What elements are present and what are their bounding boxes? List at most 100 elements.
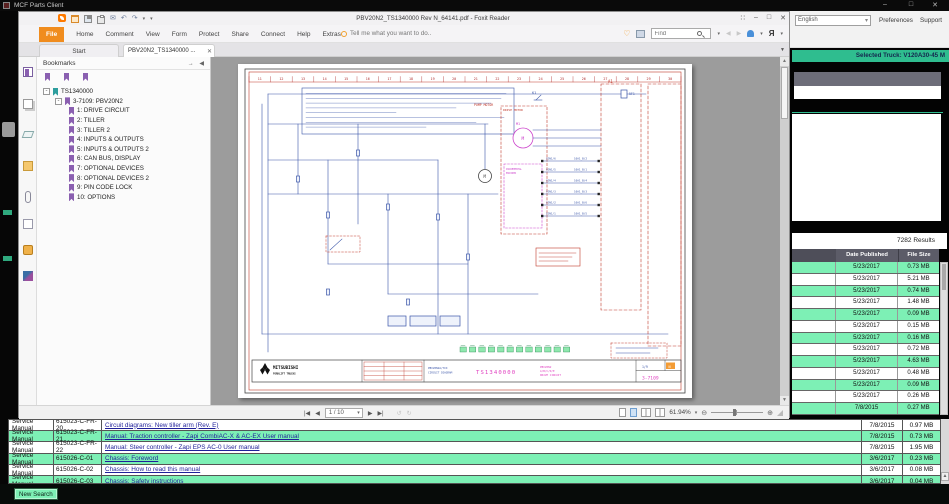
search-icon[interactable]	[697, 31, 702, 36]
ribbon-tab-file[interactable]: File	[39, 27, 64, 42]
account-dropdown-icon[interactable]: ▾	[780, 31, 783, 37]
bookmark-item[interactable]: 7: OPTIONAL DEVICES	[37, 164, 210, 174]
manual-row[interactable]: Service Manual615026-C-02Chassis: How to…	[9, 465, 940, 476]
zoom-dropdown-icon[interactable]: ▾	[695, 410, 698, 416]
mcf-maximize-button[interactable]: □	[905, 1, 917, 8]
tell-me-box[interactable]: Tell me what you want to do..	[341, 30, 431, 37]
scroll-up-icon[interactable]: ▲	[780, 57, 789, 66]
manual-title-link[interactable]: Manual: Traction controller - Zapi Combi…	[102, 431, 862, 441]
zoom-slider-thumb[interactable]	[733, 409, 736, 416]
signature-panel-icon[interactable]	[23, 271, 33, 281]
print-icon[interactable]	[97, 16, 105, 24]
fields-panel-icon[interactable]	[23, 219, 33, 229]
preferences-link[interactable]: Preferences	[879, 17, 913, 24]
pdf-page[interactable]: 1112131415161718192021222324252627282930	[238, 64, 692, 398]
result-row[interactable]: 5/23/20170.72 MB	[792, 344, 939, 356]
first-page-icon[interactable]: |◀	[304, 410, 310, 417]
find-options-icon[interactable]: ▾	[717, 31, 720, 37]
find-input[interactable]	[652, 31, 696, 37]
manual-row[interactable]: Service Manual615026-C-03Chassis: Safety…	[9, 476, 940, 484]
manual-title-link[interactable]: Manual: Steer controller - Zapi EPS AC-0…	[102, 442, 862, 452]
manual-title-link[interactable]: Chassis: Foreword	[102, 454, 862, 464]
panel-pin-icon[interactable]: ◀	[199, 61, 206, 67]
foxit-logo-icon[interactable]	[58, 14, 66, 22]
bookmark-group[interactable]: - 3-7109: PBV20N2	[37, 97, 210, 107]
page-number-field[interactable]: 1 / 10 ▾	[325, 408, 363, 418]
bookmark-item[interactable]: 10: OPTIONS	[37, 193, 210, 203]
zoom-out-icon[interactable]: ⊖	[701, 409, 707, 417]
open-file-icon[interactable]	[71, 15, 79, 23]
facing-view-icon[interactable]	[641, 408, 651, 417]
collapse-bookmarks-icon[interactable]	[64, 73, 69, 81]
scroll-down-icon[interactable]: ▼	[780, 396, 789, 405]
tab-start[interactable]: Start	[39, 44, 119, 57]
manual-title-link[interactable]: Circuit diagrams: New tiller arm (Rev. E…	[102, 420, 862, 430]
comments-panel-icon[interactable]	[23, 161, 33, 171]
tab-document[interactable]: PBV20N2_TS1340000 ... ✕	[123, 44, 215, 57]
results-scrollbar-thumb[interactable]	[942, 264, 946, 290]
document-scrollbar[interactable]: ▲ ▼	[780, 57, 789, 405]
ribbon-tab-form[interactable]: Form	[172, 31, 187, 38]
foxit-restore-button[interactable]: □	[767, 14, 771, 22]
attachments-panel-icon[interactable]	[25, 191, 31, 203]
result-row[interactable]: 5/23/20170.26 MB	[792, 391, 939, 403]
support-link[interactable]: Support	[920, 17, 942, 24]
manual-row[interactable]: Service Manual615023-C-FR-22Manual: Stee…	[9, 442, 940, 453]
single-page-view-icon[interactable]	[619, 408, 626, 417]
manual-row[interactable]: Service Manual615023-C-FR-21Manual: Trac…	[9, 431, 940, 442]
rotate-cw-icon[interactable]: ↻	[407, 410, 412, 417]
continuous-view-icon[interactable]	[630, 408, 637, 417]
notification-bell-icon[interactable]	[747, 30, 754, 37]
ribbon-tab-help[interactable]: Help	[297, 31, 310, 38]
save-icon[interactable]	[84, 15, 92, 23]
panel-arrow-icon[interactable]: →	[188, 61, 196, 67]
result-row[interactable]: 5/23/20171.48 MB	[792, 297, 939, 309]
prev-page-icon[interactable]: ◀	[315, 410, 320, 417]
undo-icon[interactable]: ↶	[121, 15, 127, 23]
redo-icon[interactable]: ↷	[132, 15, 138, 23]
foxit-minimize-button[interactable]: –	[754, 14, 758, 22]
last-page-icon[interactable]: ▶|	[377, 410, 383, 417]
result-row[interactable]: 5/23/20170.73 MB	[792, 262, 939, 274]
results-header-size[interactable]: File Size	[898, 249, 939, 262]
ribbon-tab-view[interactable]: View	[146, 31, 160, 38]
ribbon-tab-connect[interactable]: Connect	[261, 31, 285, 38]
bookmark-item[interactable]: 4: INPUTS & OUTPUTS	[37, 135, 210, 145]
result-row[interactable]: 5/23/20170.09 MB	[792, 380, 939, 392]
account-icon[interactable]: Я	[769, 30, 775, 38]
bookmark-item[interactable]: 6: CAN BUS, DISPLAY	[37, 154, 210, 164]
ribbon-tab-share[interactable]: Share	[231, 31, 248, 38]
zoom-level[interactable]: 61.94%	[669, 409, 690, 416]
continuous-facing-view-icon[interactable]	[655, 408, 665, 417]
results-scrollbar[interactable]	[940, 262, 948, 415]
bookmark-item[interactable]: 3: TILLER 2	[37, 125, 210, 135]
expand-bookmarks-icon[interactable]	[45, 73, 50, 81]
rotate-ccw-icon[interactable]: ↺	[397, 410, 402, 417]
zoom-in-icon[interactable]: ⊕	[767, 409, 773, 417]
favorite-icon[interactable]: ♡	[623, 30, 630, 38]
quickbar-dropdown-icon[interactable]: ▾	[150, 16, 153, 22]
collapse-icon[interactable]: -	[43, 88, 50, 95]
manual-title-link[interactable]: Chassis: Safety instructions	[102, 476, 862, 484]
result-row[interactable]: 7/8/20150.27 MB	[792, 403, 939, 415]
result-row[interactable]: 5/23/20170.48 MB	[792, 368, 939, 380]
security-panel-icon[interactable]	[23, 245, 33, 255]
collapse-icon[interactable]: -	[55, 98, 62, 105]
bookmarks-panel-icon[interactable]	[23, 67, 33, 77]
bookmark-item[interactable]: 9: PIN CODE LOCK	[37, 183, 210, 193]
share-hand-icon[interactable]	[636, 30, 645, 38]
result-row[interactable]: 5/23/20175.21 MB	[792, 274, 939, 286]
result-row[interactable]: 5/23/20170.74 MB	[792, 286, 939, 298]
bookmark-item[interactable]: 5: INPUTS & OUTPUTS 2	[37, 145, 210, 155]
result-row[interactable]: 5/23/20174.63 MB	[792, 356, 939, 368]
tab-close-icon[interactable]: ✕	[207, 48, 212, 57]
new-search-button[interactable]: New Search	[14, 488, 58, 500]
bell-dropdown-icon[interactable]: ▾	[760, 31, 763, 37]
ribbon-tab-protect[interactable]: Protect	[199, 31, 220, 38]
results-header-date[interactable]: Date Published	[836, 249, 898, 262]
layers-panel-icon[interactable]	[22, 131, 35, 138]
toolbar-layout-icon[interactable]: ∷	[741, 14, 745, 22]
mcf-close-button[interactable]: ✕	[929, 1, 941, 9]
zoom-slider[interactable]	[711, 408, 763, 417]
pages-panel-icon[interactable]	[23, 99, 33, 109]
